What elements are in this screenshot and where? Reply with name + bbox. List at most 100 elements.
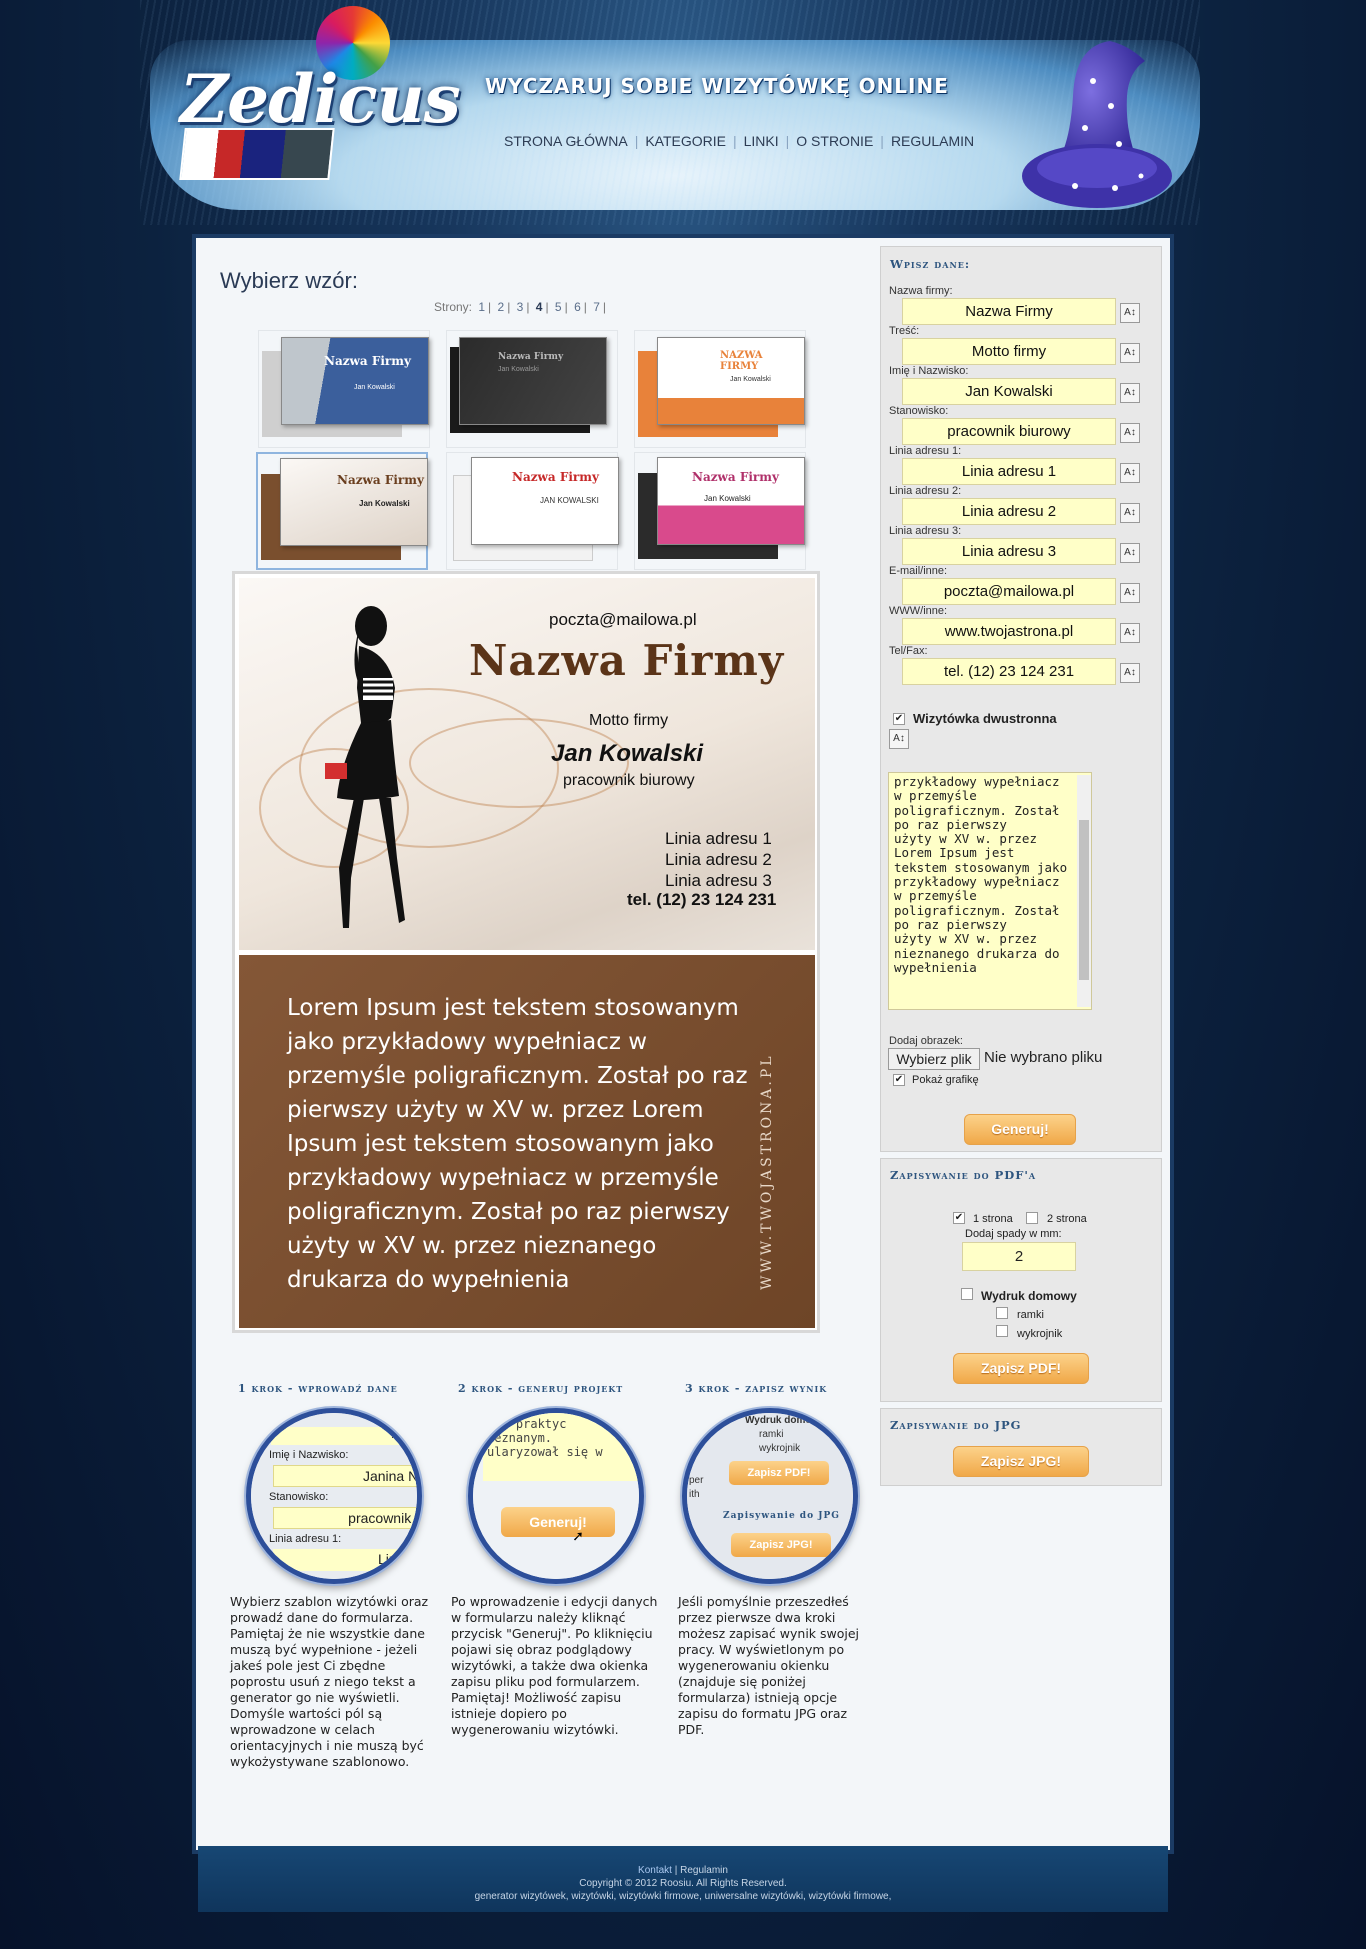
woman-silhouette-image (325, 606, 405, 928)
input-address-1[interactable]: Linia adresu 1 (902, 458, 1116, 485)
nav-home[interactable]: STRONA GŁÓWNA (504, 133, 628, 149)
footer-copyright: Copyright © 2012 Roosiu. All Rights Rese… (579, 1878, 787, 1889)
home-print-label: Wydruk domowy (981, 1289, 1077, 1303)
font-size-icon-back[interactable]: A↕ (889, 729, 909, 749)
footer-contact-link[interactable]: Kontakt (638, 1865, 672, 1876)
frames-label: ramki (1017, 1309, 1044, 1321)
step-3-text: Jeśli pomyślnie przeszedłeś przez pierws… (678, 1594, 860, 1737)
card-phone: tel. (12) 23 124 231 (627, 890, 777, 909)
font-size-icon-position[interactable]: A↕ (1120, 423, 1140, 443)
show-graphic-label: Pokaż grafikę (912, 1074, 979, 1086)
label-address-1: Linia adresu 1: (889, 445, 962, 457)
template-thumb-4-selected[interactable]: Nazwa Firmy Jan Kowalski (256, 452, 428, 570)
double-sided-checkbox[interactable]: ✔ (893, 713, 905, 725)
cutter-checkbox[interactable] (996, 1325, 1008, 1337)
frames-checkbox[interactable] (996, 1307, 1008, 1319)
card-motto: Motto firmy (589, 712, 669, 729)
label-company: Nazwa firmy: (889, 285, 953, 297)
font-size-icon-address-1[interactable]: A↕ (1120, 463, 1140, 483)
footer-separator: | (674, 1865, 678, 1876)
page-link-2[interactable]: 2 (498, 300, 505, 314)
nav-links[interactable]: LINKI (744, 133, 779, 149)
font-size-icon-address-2[interactable]: A↕ (1120, 503, 1140, 523)
template-thumb-1[interactable]: Nazwa Firmy Jan Kowalski (258, 330, 430, 448)
jpg-panel-title: Zapisywanie do JPG (890, 1418, 1022, 1432)
input-position[interactable]: pracownik biurowy (902, 418, 1116, 445)
page-link-5[interactable]: 5 (555, 300, 562, 314)
font-size-icon-name[interactable]: A↕ (1120, 383, 1140, 403)
pdf-page-2-label: 2 strona (1047, 1213, 1087, 1225)
nav-rules[interactable]: REGULAMIN (891, 133, 974, 149)
step-1-text: Wybierz szablon wizytówki oraz prowadź d… (230, 1594, 429, 1769)
save-jpg-button[interactable]: Zapisz JPG! (953, 1446, 1089, 1477)
input-name[interactable]: Jan Kowalski (902, 378, 1116, 405)
label-name: Imię i Nazwisko: (889, 365, 969, 377)
site-logo[interactable]: Zedicus (180, 60, 461, 138)
back-text-textarea[interactable]: przykładowy wypełniacz w przemyśle polig… (888, 772, 1092, 1010)
pdf-page-2-checkbox[interactable] (1026, 1212, 1038, 1224)
font-size-icon-address-3[interactable]: A↕ (1120, 543, 1140, 563)
pdf-panel-title: Zapisywanie do PDF'a (890, 1168, 1037, 1182)
input-www[interactable]: www.twojastrona.pl (902, 618, 1116, 645)
footer-rules-link[interactable]: Regulamin (680, 1865, 728, 1876)
page-link-3[interactable]: 3 (517, 300, 524, 314)
page-link-1[interactable]: 1 (478, 300, 485, 314)
form-panel-title: Wpisz dane: (890, 257, 971, 271)
font-size-icon-motto[interactable]: A↕ (1120, 343, 1140, 363)
step-2-title: 2 krok - generuj projekt (458, 1382, 624, 1395)
card-address-3: Linia adresu 3 (665, 871, 772, 890)
input-company[interactable]: Nazwa Firmy (902, 298, 1116, 325)
bleed-input[interactable]: 2 (962, 1242, 1076, 1271)
page-link-7[interactable]: 7 (593, 300, 600, 314)
wizard-hat-icon (1022, 41, 1172, 208)
page-link-6[interactable]: 6 (574, 300, 581, 314)
pagination-label: Strony: (434, 300, 473, 314)
card-name: Jan Kowalski (551, 740, 704, 767)
home-print-checkbox[interactable] (961, 1288, 973, 1300)
nav-about[interactable]: O STRONIE (796, 133, 873, 149)
save-pdf-button[interactable]: Zapisz PDF! (953, 1353, 1089, 1384)
input-phone[interactable]: tel. (12) 23 124 231 (902, 658, 1116, 685)
logo-cards-image (179, 128, 335, 180)
label-address-2: Linia adresu 2: (889, 485, 962, 497)
pdf-page-1-label: 1 strona (973, 1213, 1013, 1225)
template-thumb-5[interactable]: Nazwa Firmy JAN KOWALSKI (446, 452, 619, 570)
cursor-icon: ➚ (573, 1527, 583, 1546)
page-title: Wybierz wzór: (220, 268, 358, 293)
label-www: WWW/inne: (889, 605, 948, 617)
label-email: E-mail/inne: (889, 565, 948, 577)
pdf-page-1-checkbox[interactable]: ✔ (953, 1212, 965, 1224)
page-current: 4 (535, 300, 543, 314)
step-1-illustration: Motto Imię i Nazwisko: Janina No Stanowi… (246, 1408, 422, 1584)
business-card-preview: poczta@mailowa.pl Nazwa Firmy Motto firm… (232, 571, 820, 1333)
choose-file-button[interactable]: Wybierz plik (888, 1048, 980, 1070)
input-address-2[interactable]: Linia adresu 2 (902, 498, 1116, 525)
card-address-2: Linia adresu 2 (665, 850, 772, 869)
label-address-3: Linia adresu 3: (889, 525, 962, 537)
show-graphic-checkbox[interactable]: ✔ (893, 1074, 905, 1086)
add-image-label: Dodaj obrazek: (889, 1035, 963, 1047)
template-thumb-6[interactable]: Nazwa Firmy Jan Kowalski (634, 452, 806, 570)
card-position: pracownik biurowy (563, 772, 695, 789)
template-thumb-3[interactable]: NAZWA FIRMY Jan Kowalski (634, 330, 806, 448)
textarea-scrollbar-thumb[interactable] (1079, 820, 1089, 980)
card-email: poczta@mailowa.pl (549, 610, 697, 629)
font-size-icon-company[interactable]: A↕ (1120, 303, 1140, 323)
input-address-3[interactable]: Linia adresu 3 (902, 538, 1116, 565)
template-thumb-2[interactable]: Nazwa Firmy Jan Kowalski (446, 330, 618, 448)
footer-tags: generator wizytówek, wizytówki, wizytówk… (474, 1891, 892, 1902)
step-2-text: Po wprowadzenie i edycji danych w formul… (451, 1594, 658, 1737)
bleed-label: Dodaj spady w mm: (965, 1228, 1062, 1240)
font-size-icon-phone[interactable]: A↕ (1120, 663, 1140, 683)
pagination: Strony: 1 | 2 | 3 | 4 | 5 | 6 | 7 | (434, 300, 607, 314)
footer: Kontakt | Regulamin Copyright © 2012 Roo… (198, 1846, 1168, 1912)
font-size-icon-email[interactable]: A↕ (1120, 583, 1140, 603)
nav-categories[interactable]: KATEGORIE (645, 133, 726, 149)
input-email[interactable]: poczta@mailowa.pl (902, 578, 1116, 605)
input-motto[interactable]: Motto firmy (902, 338, 1116, 365)
card-front: poczta@mailowa.pl Nazwa Firmy Motto firm… (239, 578, 815, 950)
generate-button[interactable]: Generuj! (964, 1114, 1076, 1145)
font-size-icon-www[interactable]: A↕ (1120, 623, 1140, 643)
label-motto: Treść: (889, 325, 920, 337)
step-2-illustration: zed praktyc ieznanym. ularyzował się w Gen… (468, 1408, 644, 1584)
